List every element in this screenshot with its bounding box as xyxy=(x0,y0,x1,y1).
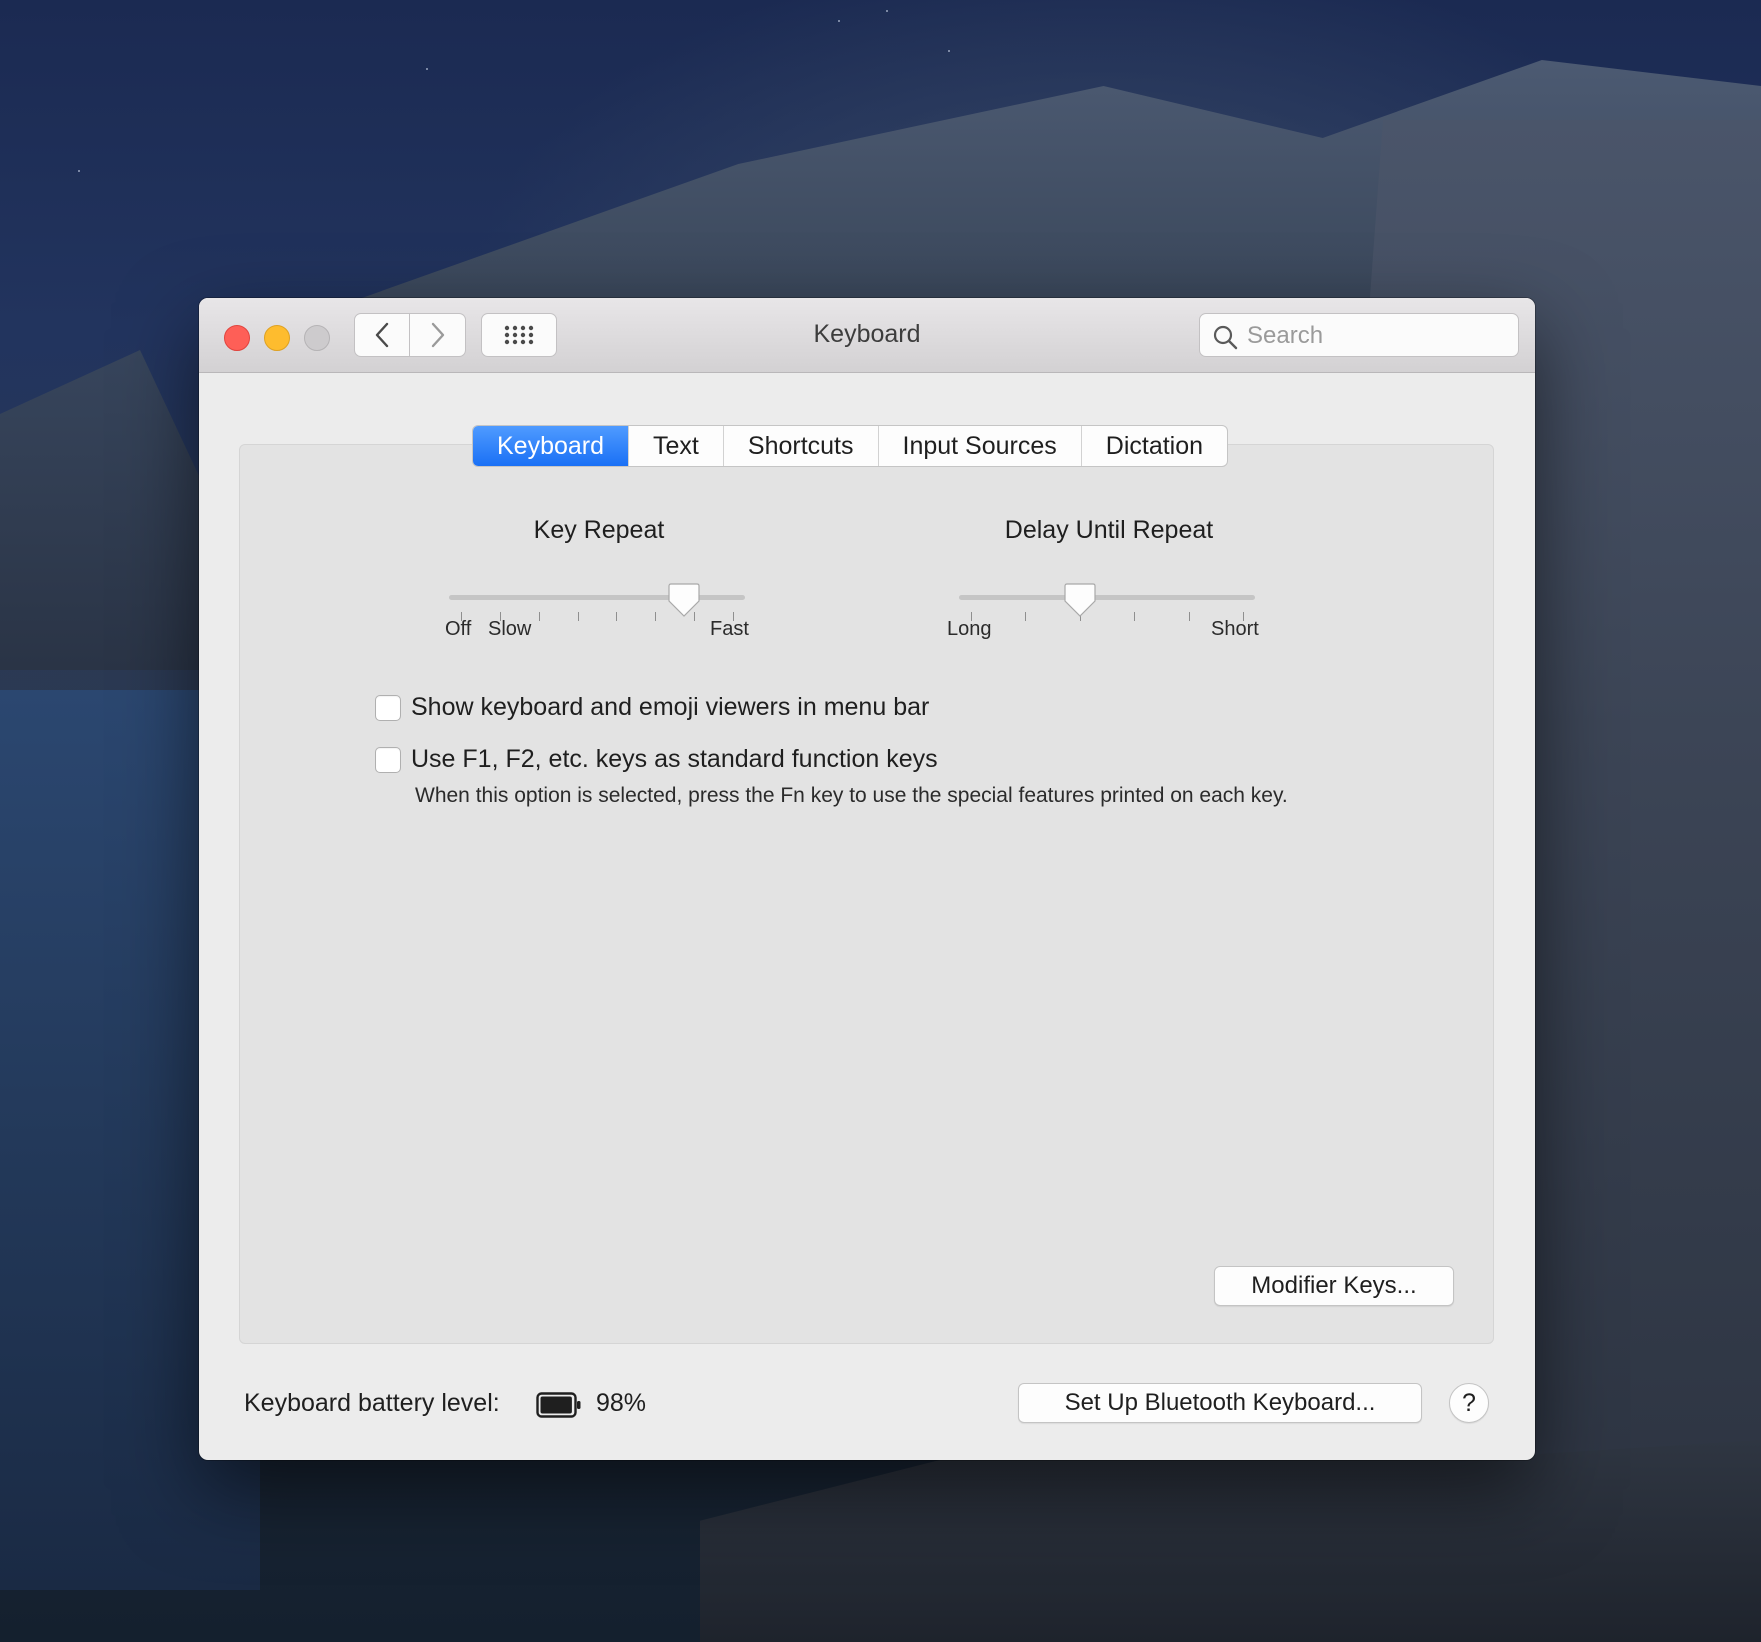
tab-dictation[interactable]: Dictation xyxy=(1082,426,1227,466)
tab-keyboard[interactable]: Keyboard xyxy=(473,426,630,466)
key-repeat-track[interactable] xyxy=(449,595,745,600)
key-repeat-fast-label: Fast xyxy=(710,618,749,640)
help-button[interactable]: ? xyxy=(1449,1383,1489,1423)
battery-level-label: Keyboard battery level: xyxy=(244,1389,500,1417)
tab-bar: Keyboard Text Shortcuts Input Sources Di… xyxy=(472,425,1229,467)
slider-tick xyxy=(655,612,657,621)
titlebar: Keyboard xyxy=(199,298,1535,373)
system-preferences-window: Keyboard Keyboard Text Shortcuts Input S… xyxy=(199,298,1535,1460)
wallpaper-cliff-left xyxy=(0,350,200,670)
wallpaper-star xyxy=(948,50,950,52)
delay-until-repeat-slider-thumb[interactable] xyxy=(1064,582,1096,618)
wallpaper-rocks xyxy=(700,1440,1761,1642)
key-repeat-group: Key Repeat Off Slow Fast xyxy=(445,516,749,640)
slider-tick xyxy=(1134,612,1136,621)
tab-content-panel xyxy=(239,444,1494,1344)
show-viewers-option[interactable]: Show keyboard and emoji viewers in menu … xyxy=(375,693,929,722)
delay-until-repeat-track[interactable] xyxy=(959,595,1255,600)
key-repeat-slow-label: Slow xyxy=(488,618,532,640)
wallpaper-star xyxy=(78,170,80,172)
key-repeat-slider-thumb[interactable] xyxy=(668,582,700,618)
show-viewers-label: Show keyboard and emoji viewers in menu … xyxy=(411,693,930,721)
tab-input-sources[interactable]: Input Sources xyxy=(879,426,1082,466)
search-icon xyxy=(1213,325,1238,350)
wallpaper-star xyxy=(838,20,840,22)
battery-level-value: 98% xyxy=(596,1389,647,1417)
show-viewers-checkbox[interactable] xyxy=(375,694,401,721)
setup-bluetooth-keyboard-button[interactable]: Set Up Bluetooth Keyboard... xyxy=(1018,1383,1422,1423)
modifier-keys-button[interactable]: Modifier Keys... xyxy=(1214,1266,1454,1306)
function-keys-checkbox[interactable] xyxy=(375,746,401,773)
search-field[interactable] xyxy=(1199,313,1519,357)
battery-icon xyxy=(536,1392,581,1418)
function-keys-label: Use F1, F2, etc. keys as standard functi… xyxy=(411,745,938,773)
key-repeat-off-label: Off xyxy=(445,618,472,640)
slider-tick xyxy=(1025,612,1027,621)
slider-tick xyxy=(1188,612,1190,621)
function-keys-option[interactable]: Use F1, F2, etc. keys as standard functi… xyxy=(375,745,938,774)
slider-tick xyxy=(616,612,618,621)
slider-tick xyxy=(577,612,579,621)
function-keys-help-text: When this option is selected, press the … xyxy=(415,784,1288,807)
search-input[interactable] xyxy=(1245,320,1509,352)
key-repeat-title: Key Repeat xyxy=(533,516,665,544)
delay-short-label: Short xyxy=(1211,618,1259,640)
slider-tick xyxy=(538,612,540,621)
wallpaper-star xyxy=(886,10,888,12)
tab-text[interactable]: Text xyxy=(629,426,724,466)
delay-long-label: Long xyxy=(947,618,992,640)
delay-until-repeat-group: Delay Until Repeat Long Short xyxy=(947,516,1259,640)
tab-shortcuts[interactable]: Shortcuts xyxy=(724,426,879,466)
delay-until-repeat-title: Delay Until Repeat xyxy=(1004,516,1214,544)
wallpaper-star xyxy=(426,68,428,70)
